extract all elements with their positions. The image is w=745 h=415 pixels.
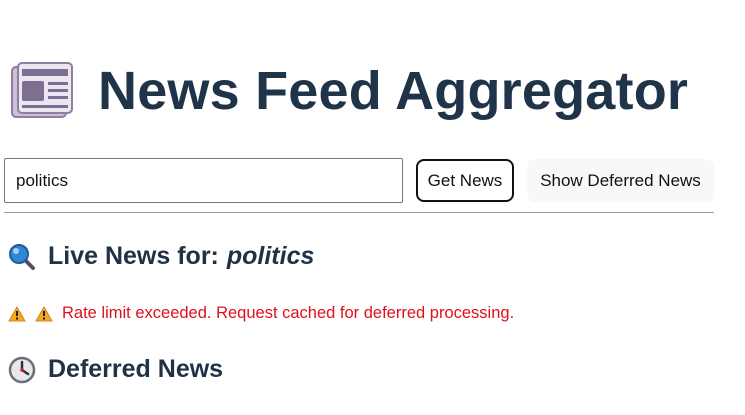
warning-icon bbox=[35, 305, 53, 321]
page-title: News Feed Aggregator bbox=[98, 61, 689, 121]
search-input[interactable] bbox=[4, 158, 403, 203]
clock-icon bbox=[8, 356, 36, 383]
live-news-label: Live News for: bbox=[48, 242, 219, 270]
deferred-news-label: Deferred News bbox=[48, 355, 224, 383]
warning-icon bbox=[8, 305, 26, 321]
rate-limit-warning: Rate limit exceeded. Request cached for … bbox=[8, 304, 514, 323]
show-deferred-news-button[interactable]: Show Deferred News bbox=[527, 159, 714, 202]
get-news-button[interactable]: Get News bbox=[416, 159, 514, 202]
deferred-news-heading: Deferred News bbox=[8, 355, 223, 384]
newspaper-icon bbox=[11, 62, 73, 118]
warning-message: Rate limit exceeded. Request cached for … bbox=[62, 304, 515, 322]
divider bbox=[4, 212, 714, 213]
magnifier-icon bbox=[9, 243, 35, 270]
live-news-query: politics bbox=[226, 242, 315, 270]
live-news-heading: Live News for: politics bbox=[8, 242, 314, 271]
search-controls: Get News Show Deferred News bbox=[4, 158, 714, 203]
page-header: News Feed Aggregator bbox=[10, 60, 688, 122]
